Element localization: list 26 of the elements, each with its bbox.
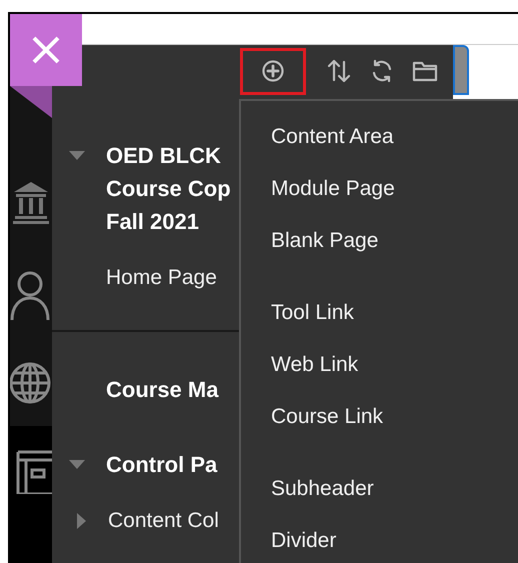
layout-icon[interactable] [16,450,52,494]
section-heading[interactable]: Control Pa [106,450,218,480]
scrollbar [453,45,469,95]
course-title: OED BLCK [106,142,222,170]
menu-item[interactable]: Course Link [271,391,518,443]
course-title: Fall 2021 [106,208,200,236]
course-title: Course Cop [106,175,231,204]
person-icon[interactable] [10,270,50,320]
add-icon [261,59,285,84]
menu-item[interactable]: Blank Page [271,215,518,267]
sort-arrows-icon [326,58,352,84]
close-button[interactable] [10,14,82,86]
menu-link[interactable]: Content Col [108,506,219,536]
add-button[interactable] [240,48,306,95]
section-heading[interactable]: Course Ma [106,375,218,406]
menu-item[interactable]: Web Link [271,339,518,391]
close-icon [31,35,61,65]
menu-item[interactable]: Divider [271,515,518,563]
bank-icon[interactable] [12,180,50,226]
menu-item[interactable]: Module Page [271,163,518,215]
menu-link[interactable]: Home Page [106,263,241,294]
ribbon-fold-icon [10,86,52,118]
menu-item[interactable]: Content Area [271,111,518,163]
menu-item[interactable]: Subheader [271,463,518,515]
menu-item[interactable]: Tool Link [271,287,518,339]
globe-icon[interactable] [10,360,52,406]
